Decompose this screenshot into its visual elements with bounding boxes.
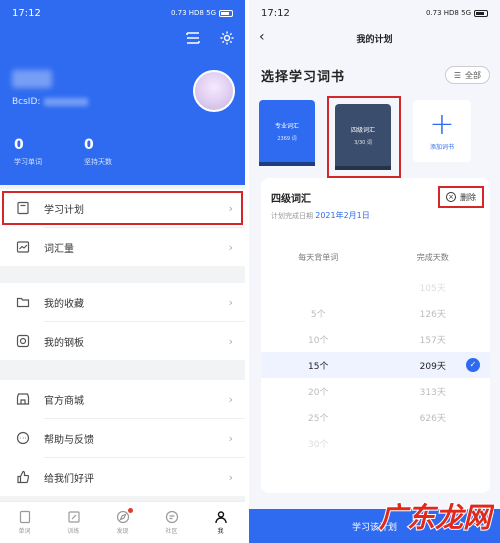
- chevron-right-icon: ›: [228, 392, 233, 406]
- svg-text:广东龙网: 广东龙网: [379, 501, 494, 534]
- scan-icon[interactable]: [185, 30, 201, 50]
- nav-discover[interactable]: 发现: [116, 508, 133, 535]
- stat-days: 0 坚持天数: [84, 137, 112, 166]
- menu-group-2: 我的收藏 › 我的钢板 ›: [0, 283, 245, 360]
- profile-screen: 17:12 0.73 HD8 5G BcsID: 0 学习单词 0 坚持天数 学…: [0, 0, 245, 543]
- status-signal: 0.73 HD8 5G: [170, 9, 216, 17]
- plan-card: 四级词汇 计划完成日期 2021年2月1日 × 删除 每天背单词 完成天数 10…: [261, 178, 490, 493]
- person-nav-icon: [214, 511, 227, 524]
- book-card[interactable]: 专业词汇 2369 词: [259, 100, 315, 162]
- plan-completion-date: 计划完成日期 2021年2月1日: [271, 211, 370, 220]
- compass-nav-icon: [116, 510, 129, 524]
- menu-item-favorites[interactable]: 我的收藏 ›: [0, 283, 245, 321]
- add-book-button[interactable]: + 添加词书: [413, 100, 471, 162]
- circle-icon: [16, 334, 30, 348]
- stat-words: 0 学习单词: [14, 137, 42, 166]
- menu-item-vocabulary[interactable]: 词汇量 ›: [0, 228, 245, 266]
- book-icon: [16, 201, 30, 215]
- chart-icon: [16, 240, 30, 254]
- menu-item-help-feedback[interactable]: 帮助与反馈 ›: [0, 419, 245, 457]
- avatar[interactable]: [193, 70, 235, 112]
- section-title: 选择学习词书: [261, 70, 346, 85]
- nav-community[interactable]: 社区: [165, 510, 179, 535]
- battery-icon: [474, 9, 488, 17]
- delete-button[interactable]: × 删除: [438, 186, 484, 208]
- list-icon: ☰: [453, 70, 461, 80]
- picker-row[interactable]: 10个 157天: [261, 326, 490, 352]
- user-id: BcsID:: [12, 97, 89, 107]
- menu-item-steel-board[interactable]: 我的钢板 ›: [0, 322, 245, 360]
- selected-book-highlight: 四级词汇 3/30 词: [327, 96, 401, 178]
- plan-book-title: 四级词汇: [271, 194, 311, 205]
- picker-row[interactable]: 25个 626天: [261, 404, 490, 430]
- store-icon: [16, 392, 30, 406]
- status-bar: 17:12 0.73 HD8 5G: [0, 0, 245, 26]
- menu-item-rate-us[interactable]: 给我们好评 ›: [0, 458, 245, 496]
- top-bar: ‹ 我的计划: [249, 26, 500, 50]
- notification-badge: [127, 508, 133, 513]
- nav-me[interactable]: 我: [214, 510, 228, 535]
- picker-row[interactable]: 20个 313天: [261, 378, 490, 404]
- study-plan-screen: 17:12 0.73 HD8 5G ‹ 我的计划 选择学习词书 ☰ 全部 专业词…: [249, 0, 500, 543]
- picker-row[interactable]: 5个 126天: [261, 300, 490, 326]
- bottom-nav: 单词 训练 发现 社区 我: [0, 501, 245, 543]
- folder-icon: [16, 295, 30, 309]
- chevron-right-icon: ›: [228, 240, 233, 254]
- status-bar: 17:12 0.73 HD8 5G: [249, 0, 500, 26]
- plus-icon: +: [429, 106, 455, 142]
- user-stats: 0 学习单词 0 坚持天数: [14, 137, 112, 167]
- username-blurred: [12, 70, 52, 88]
- battery-icon: [219, 9, 233, 17]
- status-signal: 0.73 HD8 5G: [425, 9, 471, 17]
- status-time: 17:12: [12, 7, 41, 19]
- settings-icon[interactable]: [219, 30, 235, 50]
- menu-item-study-plan[interactable]: 学习计划 ›: [0, 189, 245, 227]
- plan-picker[interactable]: 105天 5个 126天 10个 157天 15个 209天 ✓ 20个 313天 25个…: [261, 274, 490, 456]
- menu-item-store[interactable]: 官方商城 ›: [0, 380, 245, 418]
- book-nav-icon: [19, 510, 30, 524]
- picker-row[interactable]: 30个: [261, 430, 490, 456]
- all-books-button[interactable]: ☰ 全部: [444, 66, 490, 84]
- close-circle-icon: ×: [446, 192, 456, 202]
- nav-training[interactable]: 训练: [67, 510, 81, 535]
- watermark-logo: 广东龙网: [378, 500, 494, 535]
- picker-row[interactable]: 105天: [261, 274, 490, 300]
- thumb-icon: [16, 470, 30, 484]
- pencil-nav-icon: [67, 511, 80, 523]
- menu-group-3: 官方商城 › 帮助与反馈 › 给我们好评 ›: [0, 380, 245, 496]
- nav-words[interactable]: 单词: [18, 510, 32, 535]
- profile-header: 17:12 0.73 HD8 5G BcsID: 0 学习单词 0 坚持天数: [0, 0, 245, 185]
- menu-group-1: 学习计划 › 词汇量 ›: [0, 189, 245, 266]
- chevron-right-icon: ›: [228, 295, 233, 309]
- book-list: 专业词汇 2369 词 四级词汇 3/30 词 + 添加词书: [259, 96, 471, 178]
- chevron-right-icon: ›: [228, 431, 233, 445]
- chevron-right-icon: ›: [228, 334, 233, 348]
- check-icon: ✓: [466, 358, 480, 372]
- picker-row-selected[interactable]: 15个 209天 ✓: [261, 352, 490, 378]
- chevron-right-icon: ›: [228, 201, 233, 215]
- book-card-selected[interactable]: 四级词汇 3/30 词: [335, 104, 391, 166]
- chat-icon: [16, 431, 30, 445]
- back-icon[interactable]: ‹: [259, 29, 265, 45]
- bubble-nav-icon: [165, 510, 178, 524]
- picker-headers: 每天背单词 完成天数: [298, 253, 449, 262]
- chevron-right-icon: ›: [228, 470, 233, 484]
- page-title: 我的计划: [356, 34, 393, 45]
- status-time: 17:12: [261, 7, 290, 19]
